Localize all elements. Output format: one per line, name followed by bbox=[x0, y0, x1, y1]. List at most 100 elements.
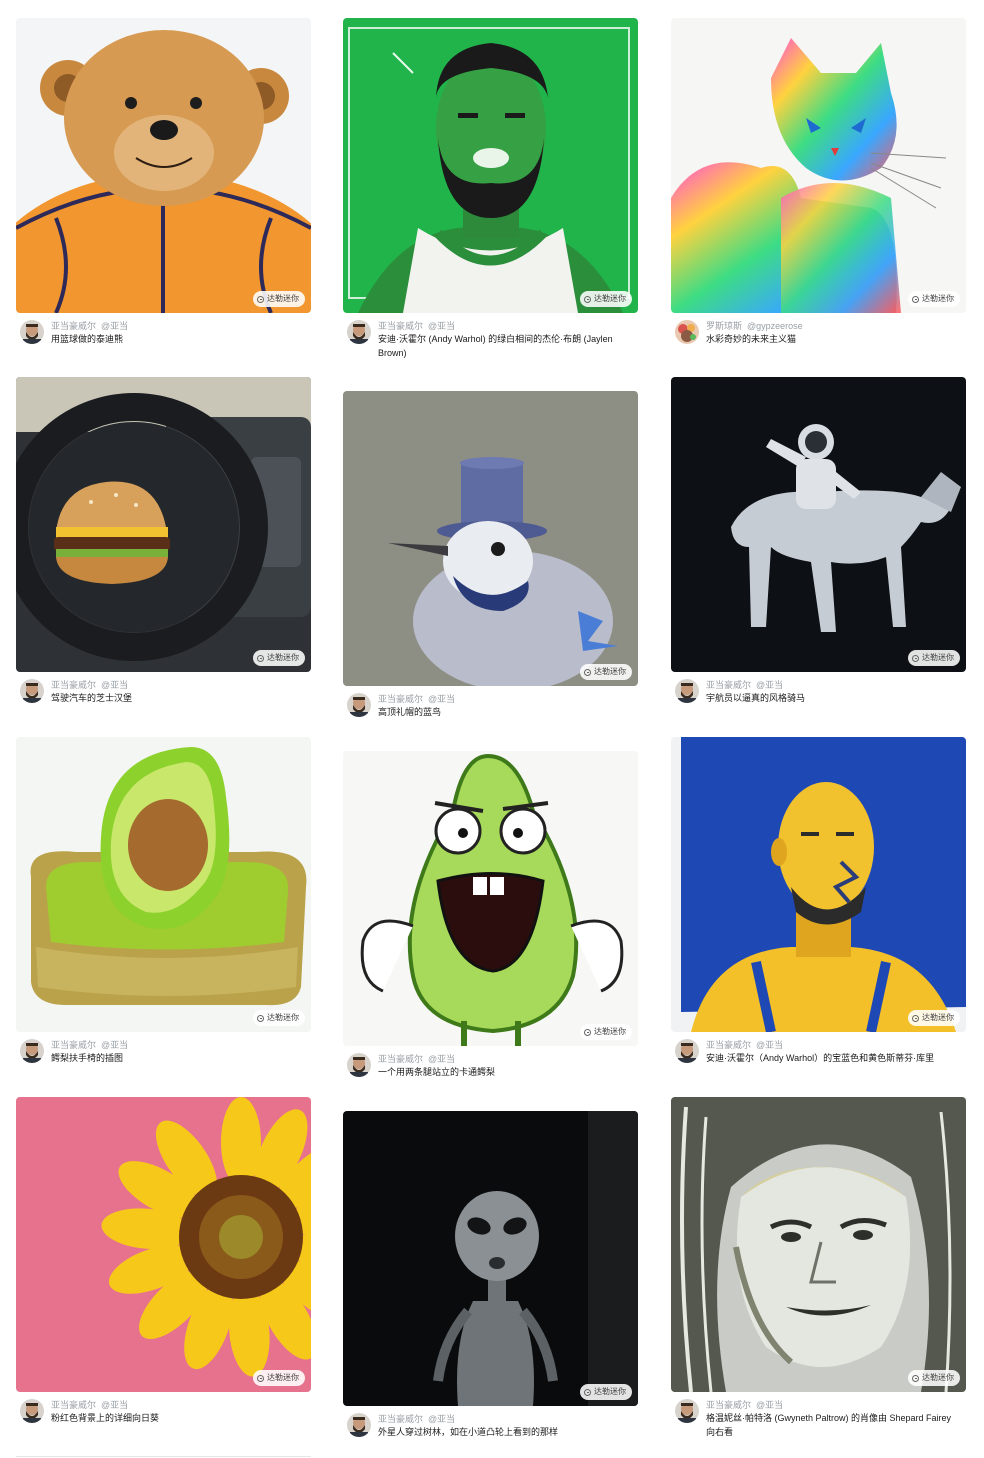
card-meta: 罗斯琼斯 @gypzeerose 水彩奇妙的未来主义猫 bbox=[671, 320, 966, 364]
badge: 达勒迷你 bbox=[908, 1010, 960, 1026]
author-handle[interactable]: @亚当 bbox=[428, 1414, 455, 1424]
badge: 达勒迷你 bbox=[908, 1370, 960, 1386]
floral-avatar-icon[interactable] bbox=[675, 320, 699, 344]
author-name[interactable]: 罗斯琼斯 bbox=[706, 321, 742, 331]
badge-icon bbox=[257, 1374, 264, 1382]
author-line: 亚当豪威尔 @亚当 bbox=[378, 320, 460, 332]
caption: 粉红色背景上的详细向日葵 bbox=[51, 1413, 160, 1423]
badge-icon bbox=[912, 295, 919, 303]
astronaut-horse-image[interactable]: 达勒迷你 bbox=[671, 377, 966, 672]
author-name[interactable]: 亚当豪威尔 bbox=[706, 1400, 751, 1410]
author-handle[interactable]: @亚当 bbox=[756, 680, 783, 690]
badge: 达勒迷你 bbox=[253, 1010, 305, 1026]
card-meta: 亚当豪威尔 @亚当 驾驶汽车的芝士汉堡 bbox=[16, 679, 311, 723]
author-name[interactable]: 亚当豪威尔 bbox=[51, 321, 96, 331]
author-handle[interactable]: @亚当 bbox=[428, 1054, 455, 1064]
author-handle[interactable]: @亚当 bbox=[101, 321, 128, 331]
author-handle[interactable]: @亚当 bbox=[756, 1040, 783, 1050]
bearded-man-avatar-icon[interactable] bbox=[20, 1399, 44, 1423]
card-meta: 亚当豪威尔 @亚当 鳄梨扶手椅的插图 bbox=[16, 1039, 311, 1083]
bearded-man-avatar-icon[interactable] bbox=[347, 1413, 371, 1437]
author-handle[interactable]: @gypzeerose bbox=[747, 321, 803, 331]
author-line: 亚当豪威尔 @亚当 bbox=[706, 679, 788, 691]
badge: 达勒迷你 bbox=[580, 664, 632, 680]
author-handle[interactable]: @亚当 bbox=[101, 1040, 128, 1050]
author-line: 亚当豪威尔 @亚当 bbox=[378, 693, 460, 705]
badge-icon bbox=[912, 1014, 919, 1022]
author-line: 亚当豪威尔 @亚当 bbox=[51, 679, 133, 691]
author-name[interactable]: 亚当豪威尔 bbox=[378, 694, 423, 704]
card-meta: 亚当豪威尔 @亚当 粉红色背景上的详细向日葵 bbox=[16, 1399, 311, 1443]
teddy-bear-image[interactable]: 达勒迷你 bbox=[16, 18, 311, 313]
author-line: 亚当豪威尔 @亚当 bbox=[51, 320, 133, 332]
author-handle[interactable]: @亚当 bbox=[101, 1400, 128, 1410]
badge-icon bbox=[584, 1028, 591, 1036]
caption: 水彩奇妙的未来主义猫 bbox=[706, 334, 797, 344]
bearded-man-avatar-icon[interactable] bbox=[20, 1039, 44, 1063]
badge-icon bbox=[584, 668, 591, 676]
badge-icon bbox=[257, 654, 264, 662]
badge-icon bbox=[912, 654, 919, 662]
author-line: 亚当豪威尔 @亚当 bbox=[378, 1413, 460, 1425]
author-name[interactable]: 亚当豪威尔 bbox=[378, 1054, 423, 1064]
badge: 达勒迷你 bbox=[580, 1024, 632, 1040]
author-name[interactable]: 亚当豪威尔 bbox=[51, 1400, 96, 1410]
caption: 一个用两条腿站立的卡通鳄梨 bbox=[378, 1067, 496, 1077]
author-handle[interactable]: @亚当 bbox=[101, 680, 128, 690]
card-meta: 亚当豪威尔 @亚当 宇航员以逼真的风格骑马 bbox=[671, 679, 966, 723]
badge: 达勒迷你 bbox=[580, 291, 632, 307]
author-name[interactable]: 亚当豪威尔 bbox=[51, 680, 96, 690]
avocado-armchair-image[interactable]: 达勒迷你 bbox=[16, 737, 311, 1032]
card-meta: 亚当豪威尔 @亚当 安迪·沃霍尔（Andy Warhol）的宝蓝色和黄色斯蒂芬·库… bbox=[671, 1039, 966, 1083]
bearded-man-avatar-icon[interactable] bbox=[347, 693, 371, 717]
card-meta: 亚当豪威尔 @亚当 用篮球做的泰迪熊 bbox=[16, 320, 311, 364]
bearded-man-avatar-icon[interactable] bbox=[347, 1053, 371, 1077]
badge-icon bbox=[584, 1388, 591, 1396]
card-meta: 亚当豪威尔 @亚当 格温妮丝·帕特洛 (Gwyneth Paltrow) 的肖像由… bbox=[671, 1399, 966, 1443]
caption: 驾驶汽车的芝士汉堡 bbox=[51, 693, 133, 703]
bearded-man-avatar-icon[interactable] bbox=[675, 1039, 699, 1063]
author-handle[interactable]: @亚当 bbox=[428, 694, 455, 704]
author-name[interactable]: 亚当豪威尔 bbox=[706, 1040, 751, 1050]
card-meta: 亚当豪威尔 @亚当 高顶礼帽的蓝鸟 bbox=[343, 693, 638, 737]
cartoon-avocado-image[interactable]: 达勒迷你 bbox=[343, 751, 638, 1046]
author-line: 亚当豪威尔 @亚当 bbox=[706, 1399, 788, 1411]
green-portrait-image[interactable]: 达勒迷你 bbox=[343, 18, 638, 313]
bearded-man-avatar-icon[interactable] bbox=[675, 679, 699, 703]
alien-woods-image[interactable]: 达勒迷你 bbox=[343, 1111, 638, 1406]
bearded-man-avatar-icon[interactable] bbox=[20, 320, 44, 344]
card-meta: 亚当豪威尔 @亚当 安迪·沃霍尔 (Andy Warhol) 的绿白相间的杰伦·布… bbox=[343, 320, 638, 364]
badge: 达勒迷你 bbox=[908, 650, 960, 666]
badge-icon bbox=[257, 1014, 264, 1022]
badge: 达勒迷你 bbox=[580, 1384, 632, 1400]
blue-yellow-portrait-image[interactable]: 达勒迷你 bbox=[671, 737, 966, 1032]
badge: 达勒迷你 bbox=[253, 650, 305, 666]
author-handle[interactable]: @亚当 bbox=[756, 1400, 783, 1410]
burger-steering-wheel-image[interactable]: 达勒迷你 bbox=[16, 377, 311, 672]
card-meta: 亚当豪威尔 @亚当 一个用两条腿站立的卡通鳄梨 bbox=[343, 1053, 638, 1097]
caption: 外星人穿过树林，如在小道凸轮上看到的那样 bbox=[378, 1427, 559, 1437]
badge-icon bbox=[257, 295, 264, 303]
badge-icon bbox=[912, 1374, 919, 1382]
author-name[interactable]: 亚当豪威尔 bbox=[378, 1414, 423, 1424]
rainbow-cat-image[interactable]: 达勒迷你 bbox=[671, 18, 966, 313]
divider bbox=[16, 1456, 311, 1457]
caption: 用篮球做的泰迪熊 bbox=[51, 334, 124, 344]
badge: 达勒迷你 bbox=[908, 291, 960, 307]
caption: 宇航员以逼真的风格骑马 bbox=[706, 693, 806, 703]
badge-icon bbox=[584, 295, 591, 303]
author-name[interactable]: 亚当豪威尔 bbox=[378, 321, 423, 331]
bearded-man-avatar-icon[interactable] bbox=[675, 1399, 699, 1423]
author-name[interactable]: 亚当豪威尔 bbox=[51, 1040, 96, 1050]
sunflower-image[interactable]: 达勒迷你 bbox=[16, 1097, 311, 1392]
author-line: 亚当豪威尔 @亚当 bbox=[51, 1399, 133, 1411]
caption: 鳄梨扶手椅的插图 bbox=[51, 1053, 124, 1063]
badge: 达勒迷你 bbox=[253, 291, 305, 307]
bearded-man-avatar-icon[interactable] bbox=[347, 320, 371, 344]
author-name[interactable]: 亚当豪威尔 bbox=[706, 680, 751, 690]
stylized-portrait-image[interactable]: 达勒迷你 bbox=[671, 1097, 966, 1392]
caption: 格温妮丝·帕特洛 (Gwyneth Paltrow) 的肖像由 Shepard … bbox=[706, 1413, 952, 1437]
bluejay-top-hat-image[interactable]: 达勒迷你 bbox=[343, 391, 638, 686]
author-handle[interactable]: @亚当 bbox=[428, 321, 455, 331]
bearded-man-avatar-icon[interactable] bbox=[20, 679, 44, 703]
